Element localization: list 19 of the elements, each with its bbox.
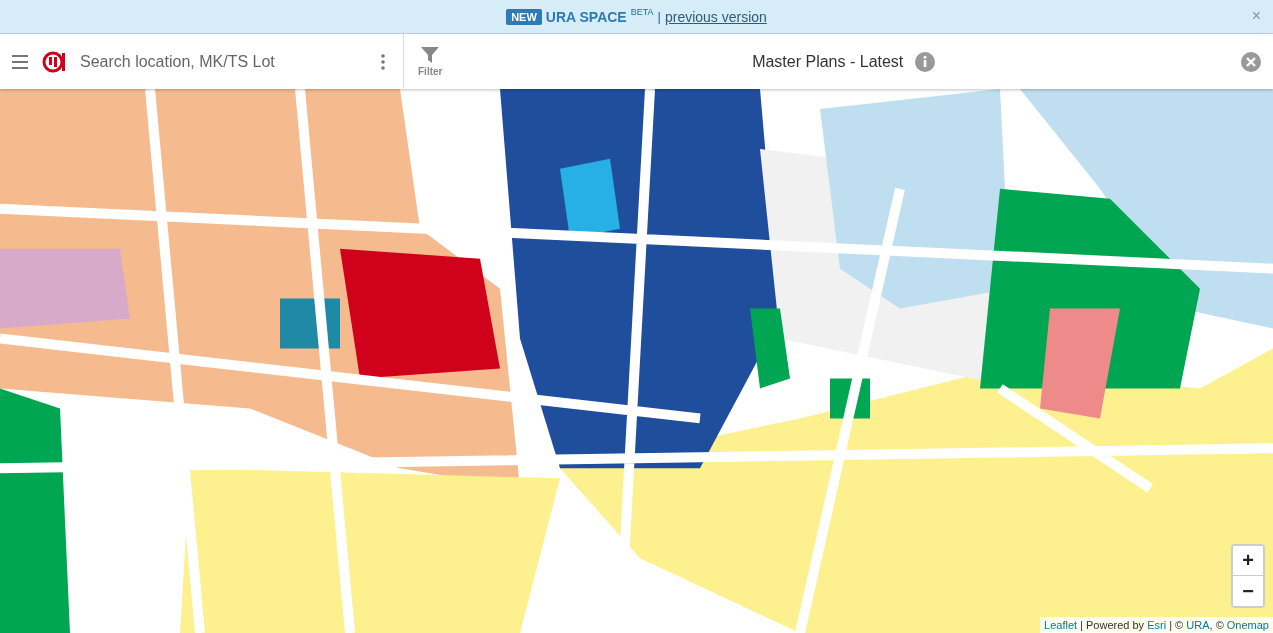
banner-title: URA SPACE bbox=[545, 8, 627, 25]
filter-icon bbox=[421, 46, 440, 63]
attribution-link[interactable]: Leaflet bbox=[1044, 619, 1078, 631]
layer-title: Master Plans - Latest bbox=[752, 52, 904, 71]
beta-label: BETA bbox=[630, 6, 654, 17]
previous-version-link[interactable]: previous version bbox=[664, 8, 767, 25]
logo-icon bbox=[42, 49, 66, 74]
attribution-link[interactable]: Esri bbox=[1147, 619, 1167, 631]
menu-icon[interactable] bbox=[12, 54, 28, 69]
attribution-link[interactable]: URA bbox=[1186, 619, 1210, 631]
more-options-icon[interactable] bbox=[381, 53, 385, 70]
close-icon[interactable] bbox=[1241, 51, 1261, 72]
separator-text: | bbox=[657, 9, 661, 24]
new-badge: NEW bbox=[506, 8, 542, 25]
filter-button[interactable]: Filter bbox=[414, 42, 447, 81]
info-icon[interactable] bbox=[915, 51, 936, 72]
zoom-in-button[interactable]: + bbox=[1233, 546, 1263, 576]
attribution-text: Leaflet | Powered by Esri | © URA, © Onemap bbox=[1040, 617, 1273, 633]
attribution-link[interactable]: Onemap bbox=[1226, 619, 1269, 631]
